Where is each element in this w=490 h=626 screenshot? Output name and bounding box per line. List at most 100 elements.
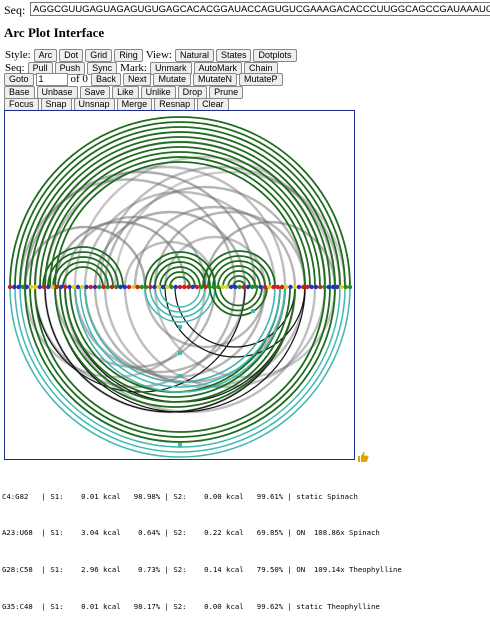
style-arc-button[interactable]: Arc (33, 48, 58, 62)
nucleotide-dot[interactable] (173, 284, 178, 290)
nucleotide-dot[interactable] (347, 284, 353, 290)
nucleotide-dot[interactable] (343, 284, 348, 290)
nucleotide-dot[interactable] (169, 284, 174, 290)
nucleotide-dot[interactable] (12, 284, 17, 290)
nucleotide-dot[interactable] (118, 284, 123, 290)
nucleotide-dot[interactable] (250, 284, 255, 290)
nucleotide-dot[interactable] (305, 284, 310, 290)
nucleotide-dot[interactable] (20, 284, 25, 290)
nucleotide-dot[interactable] (279, 284, 285, 290)
back-button[interactable]: Back (90, 72, 121, 86)
nucleotide-dot[interactable] (292, 284, 297, 290)
nucleotide-dot[interactable] (211, 284, 217, 290)
nucleotide-dot[interactable] (109, 284, 115, 290)
mutaten-button[interactable]: MutateN (192, 72, 237, 86)
result-row[interactable]: A23:U68 | S1: 3.04 kcal 0.64% | S2: 0.22… (2, 527, 488, 539)
nucleotide-dot[interactable] (241, 284, 246, 290)
nucleotide-dot[interactable] (207, 284, 212, 290)
thumbs-up-icon[interactable] (357, 451, 369, 463)
nucleotide-dot[interactable] (75, 284, 81, 290)
sequence-input[interactable]: AGGCGUUGAGUAGAGUGUGAGCACACGGAUACCAGUGUCG… (30, 2, 490, 16)
merge-button[interactable]: Merge (116, 97, 153, 111)
arc-marker[interactable] (178, 351, 182, 355)
nucleotide-dot[interactable] (97, 284, 102, 290)
view-states-button[interactable]: States (215, 48, 252, 62)
nucleotide-dot[interactable] (224, 284, 229, 290)
nucleotide-dot[interactable] (114, 284, 119, 290)
nucleotide-dot[interactable] (203, 284, 208, 290)
nucleotide-dot[interactable] (63, 284, 68, 290)
nucleotide-dot[interactable] (271, 284, 276, 290)
nucleotide-dot[interactable] (262, 284, 268, 290)
arc-marker[interactable] (178, 443, 182, 447)
arc-marker[interactable] (251, 309, 255, 313)
nucleotide-dot[interactable] (301, 284, 306, 290)
nucleotide-dot[interactable] (322, 284, 327, 290)
nucleotide-dot[interactable] (267, 284, 272, 290)
nucleotide-dot[interactable] (152, 284, 157, 290)
view-dotplots-button[interactable]: Dotplots (253, 48, 297, 62)
nucleotide-dot[interactable] (84, 284, 89, 290)
nucleotide-dot[interactable] (122, 284, 127, 290)
nucleotide-dot[interactable] (88, 284, 93, 290)
nucleotide-dot[interactable] (139, 284, 144, 290)
nucleotide-dot[interactable] (228, 284, 234, 290)
unsnap-button[interactable]: Unsnap (73, 97, 115, 111)
nucleotide-dot[interactable] (296, 284, 302, 290)
mutatep-button[interactable]: MutateP (239, 72, 283, 86)
next-button[interactable]: Next (122, 72, 152, 86)
clear-button[interactable]: Clear (197, 97, 229, 111)
mutate-button[interactable]: Mutate (153, 72, 191, 86)
nucleotide-dot[interactable] (58, 284, 64, 290)
nucleotide-dot[interactable] (284, 284, 289, 290)
nucleotide-dot[interactable] (190, 284, 195, 290)
nucleotide-dot[interactable] (41, 284, 47, 290)
nucleotide-dot[interactable] (309, 284, 314, 290)
nucleotide-dot[interactable] (29, 284, 34, 290)
nucleotide-dot[interactable] (318, 284, 323, 290)
nucleotide-dot[interactable] (160, 284, 166, 290)
nucleotide-dot[interactable] (245, 284, 251, 290)
arc-plot-svg[interactable] (5, 111, 355, 460)
result-row[interactable]: C4:G82 | S1: 0.01 kcal 98.98% | S2: 0.00… (2, 491, 488, 503)
goto-button[interactable]: Goto (4, 72, 34, 86)
snap-button[interactable]: Snap (40, 97, 72, 111)
nucleotide-dot[interactable] (330, 284, 336, 290)
style-ring-button[interactable]: Ring (114, 48, 143, 62)
arc-marker[interactable] (178, 374, 182, 378)
nucleotide-dot[interactable] (101, 284, 106, 290)
nucleotide-dot[interactable] (16, 284, 21, 290)
nucleotide-dot[interactable] (46, 284, 51, 290)
arc-plot-canvas[interactable] (4, 110, 355, 460)
nucleotide-dot[interactable] (233, 284, 238, 290)
nucleotide-dot[interactable] (194, 284, 200, 290)
nucleotide-dot[interactable] (71, 284, 76, 290)
nucleotide-dot[interactable] (131, 284, 136, 290)
result-row[interactable]: G35:C48 | S1: 0.01 kcal 98.17% | S2: 0.0… (2, 601, 488, 613)
nucleotide-dot[interactable] (126, 284, 132, 290)
nucleotide-dot[interactable] (335, 284, 340, 290)
nucleotide-dot[interactable] (80, 284, 85, 290)
arc-marker[interactable] (178, 325, 182, 329)
style-dot-button[interactable]: Dot (59, 48, 84, 62)
resnap-button[interactable]: Resnap (154, 97, 196, 111)
nucleotide-dot[interactable] (339, 284, 344, 290)
nucleotide-dot[interactable] (326, 284, 331, 290)
result-row[interactable]: G28:C58 | S1: 2.96 kcal 0.73% | S2: 0.14… (2, 564, 488, 576)
nucleotide-dot[interactable] (7, 284, 13, 290)
nucleotide-dot[interactable] (177, 284, 183, 290)
nucleotide-dot[interactable] (135, 284, 140, 290)
view-natural-button[interactable]: Natural (174, 48, 214, 62)
nucleotide-dot[interactable] (37, 284, 42, 290)
nucleotide-dot[interactable] (143, 284, 149, 290)
goto-input[interactable] (35, 72, 68, 86)
nucleotide-dot[interactable] (254, 284, 259, 290)
nucleotide-dot[interactable] (50, 284, 55, 290)
nucleotide-dot[interactable] (237, 284, 242, 290)
nucleotide-dot[interactable] (148, 284, 153, 290)
focus-button[interactable]: Focus (4, 97, 39, 111)
nucleotide-dot[interactable] (199, 284, 204, 290)
nucleotide-dot[interactable] (275, 284, 280, 290)
nucleotide-dot[interactable] (156, 284, 161, 290)
nucleotide-dot[interactable] (220, 284, 225, 290)
